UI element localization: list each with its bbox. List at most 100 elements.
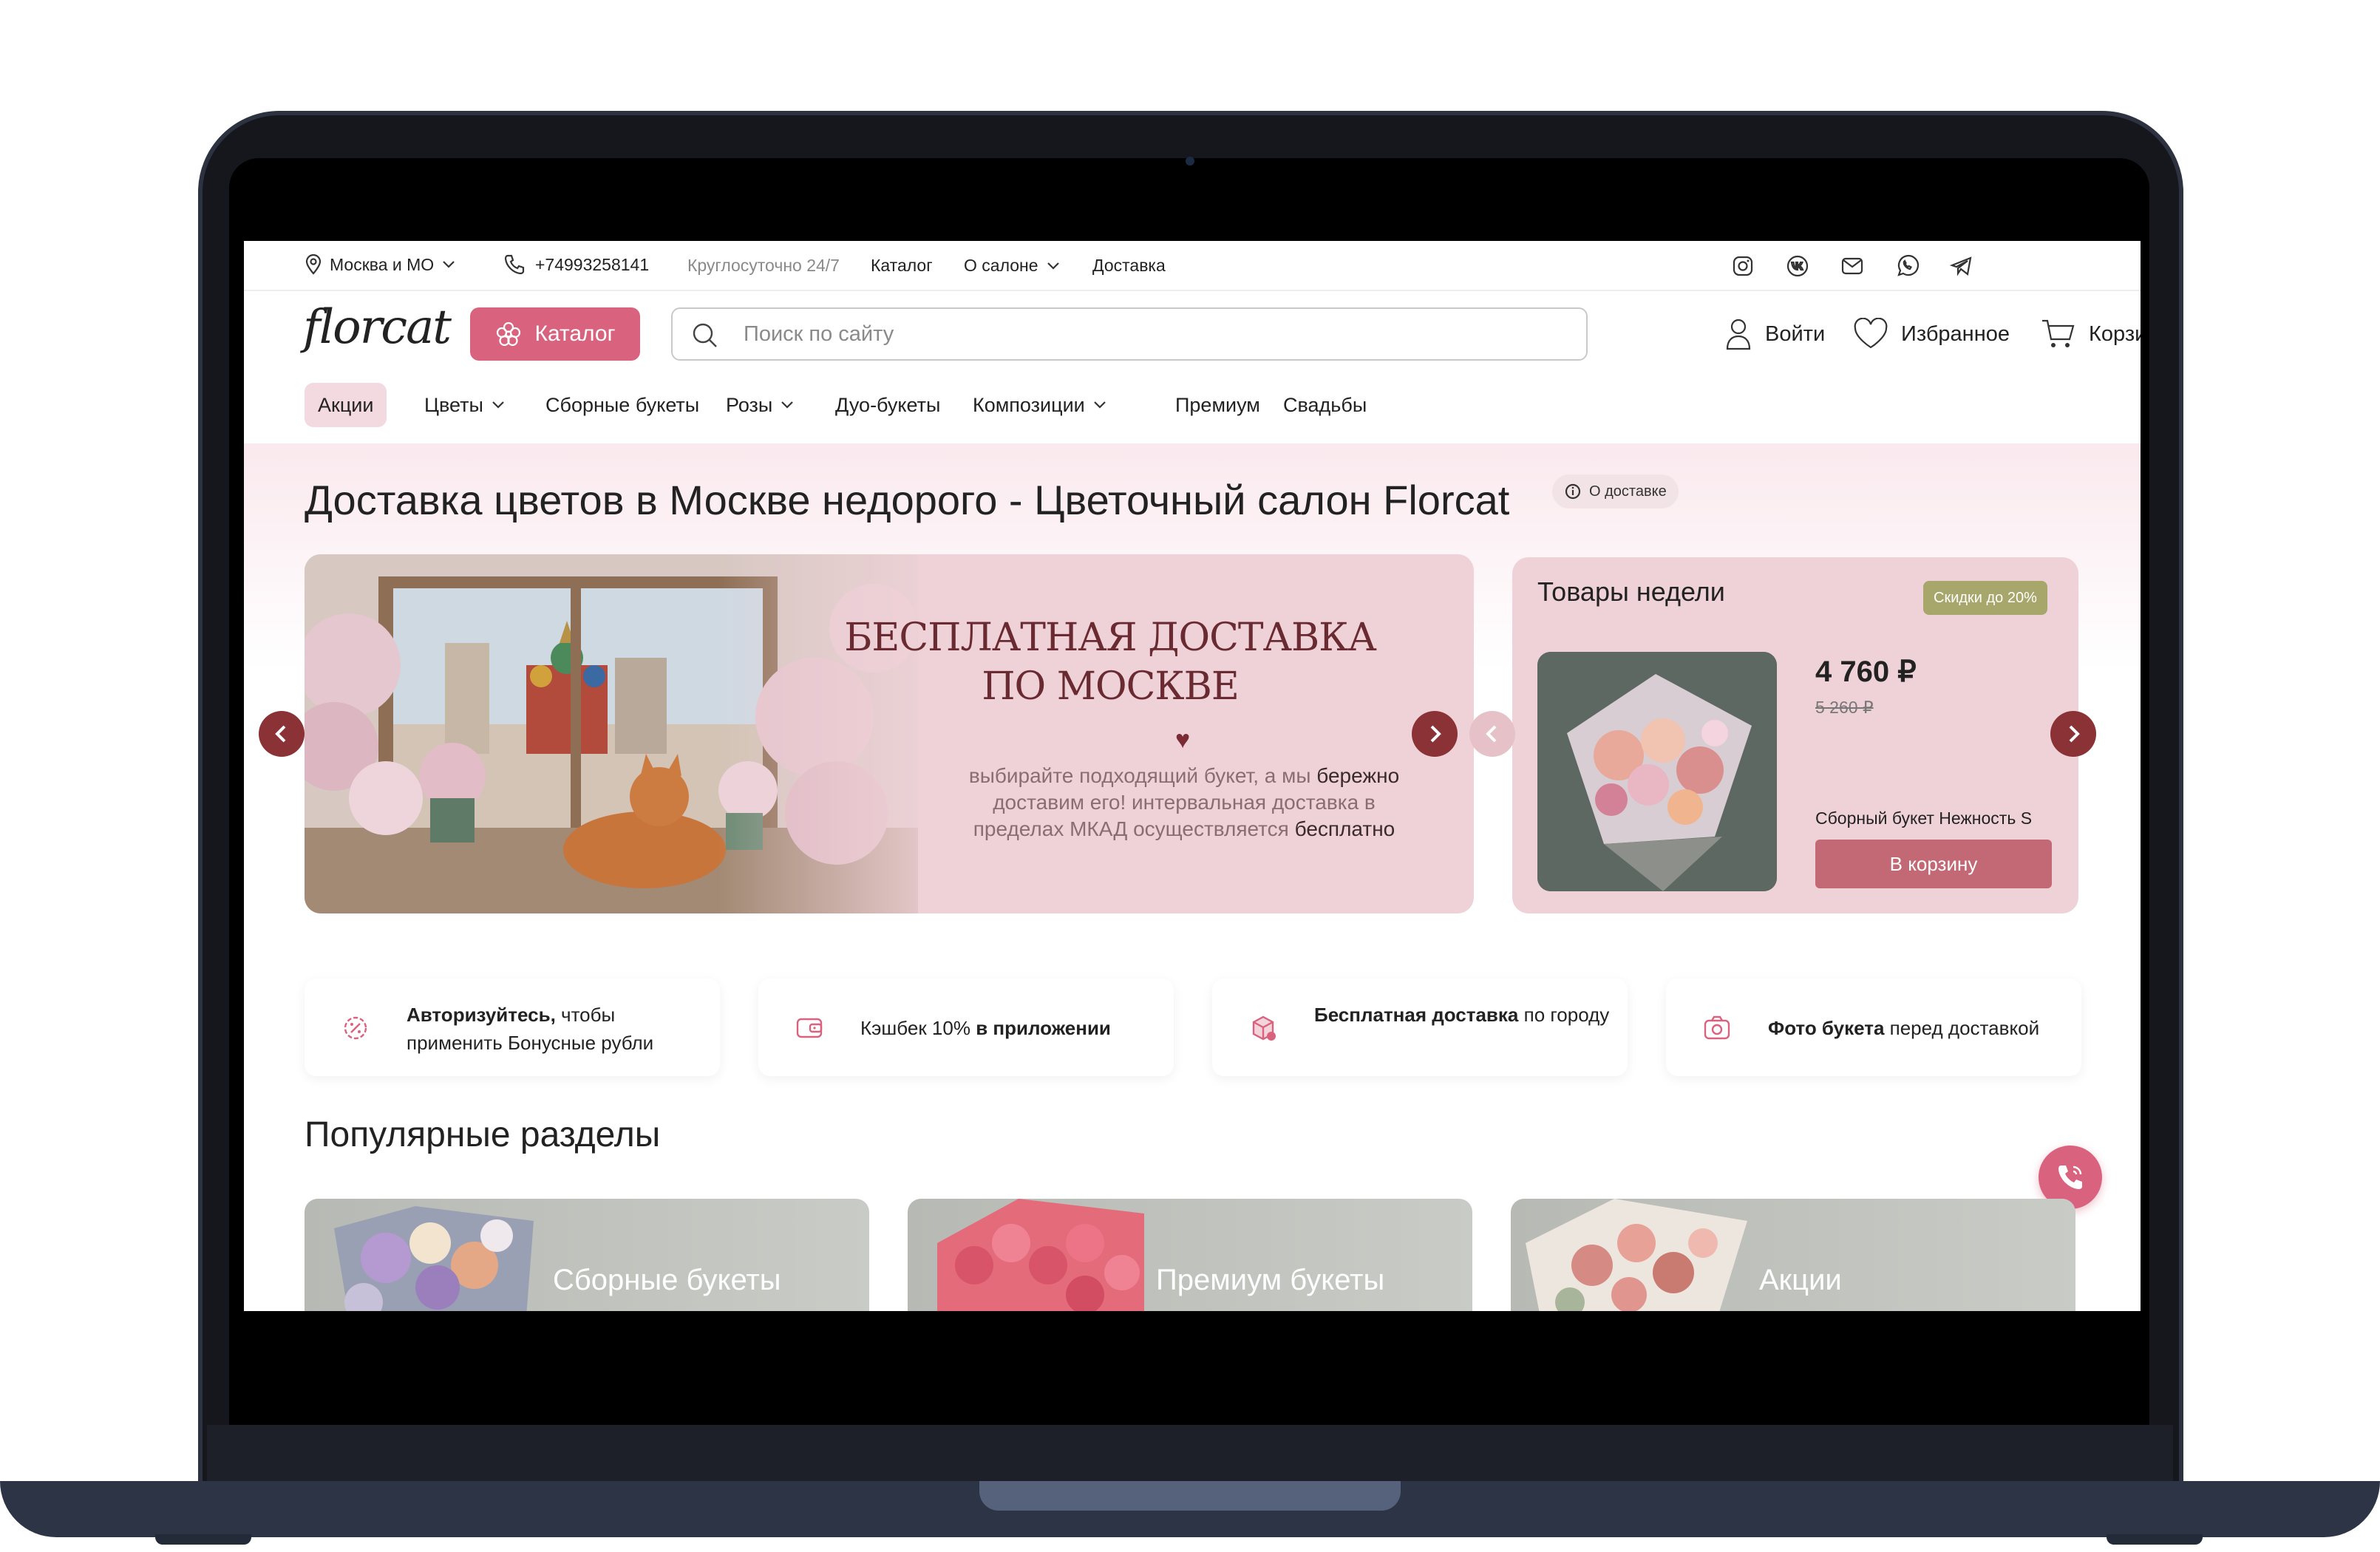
category-label: Сборные букеты [553, 1264, 781, 1296]
cart-label: Корзина [2089, 321, 2141, 346]
feature-card-cashback[interactable]: Кэшбек 10% в приложении [758, 978, 1174, 1076]
promo-banner[interactable]: БЕСПЛАТНАЯ ДОСТАВКА ПО МОСКВЕ ♥ выбирайт… [305, 554, 1474, 913]
feature-text-bold: Авторизуйтесь, [407, 1004, 556, 1026]
product-name[interactable]: Сборный букет Нежность S [1815, 809, 2032, 828]
website-screen: Москва и МО +74993258141 Круглосуточно 2… [244, 241, 2141, 1311]
feature-text: Кэшбек 10% в приложении [860, 1014, 1156, 1042]
topbar-link-about-label: О салоне [964, 256, 1038, 275]
nav-item-compositions[interactable]: Композиции [959, 383, 1121, 427]
weekly-prev-button[interactable] [1469, 711, 1515, 757]
product-price: 4 760 ₽ [1815, 656, 1917, 688]
nav-item-mixed-bouquets[interactable]: Сборные букеты [532, 383, 713, 427]
cart-button[interactable]: Корзина [2040, 312, 2141, 356]
laptop-foot [2107, 1534, 2203, 1545]
cart-icon [2042, 319, 2075, 347]
bonus-icon [344, 1016, 367, 1040]
phone-link[interactable]: +74993258141 [503, 253, 649, 276]
chevron-left-icon [1486, 725, 1497, 743]
nav-item-label: Композиции [973, 393, 1085, 416]
nav-item-flowers[interactable]: Цветы [411, 383, 519, 427]
region-label: Москва и МО [330, 254, 435, 274]
weekly-next-button[interactable] [2050, 711, 2096, 757]
category-label: Акции [1759, 1264, 1842, 1296]
email-icon[interactable] [1839, 253, 1866, 279]
nav-item-label: Цветы [424, 393, 483, 416]
laptop-hinge [979, 1481, 1401, 1511]
telegram-icon[interactable] [1948, 253, 1975, 279]
location-pin-icon [305, 254, 322, 275]
feature-text-rest: перед доставкой [1884, 1017, 2040, 1039]
chevron-right-icon [2069, 725, 2080, 743]
nav-item-label: Розы [726, 393, 773, 416]
banner-title: БЕСПЛАТНАЯ ДОСТАВКА ПО МОСКВЕ [822, 613, 1398, 711]
catalog-button[interactable]: Каталог [470, 307, 640, 361]
topbar-link-about[interactable]: О салоне [964, 256, 1061, 276]
banner-prev-button[interactable] [259, 711, 305, 757]
feature-text: Фото букета перед доставкой [1768, 1014, 2064, 1042]
banner-text-part: выбирайте подходящий букет, а мы [968, 764, 1317, 787]
popular-sections-title: Популярные разделы [305, 1115, 661, 1154]
florcat-logo[interactable]: florcat [303, 300, 452, 355]
laptop-foot [155, 1534, 251, 1545]
page-title: Доставка цветов в Москве недорого - Цвет… [305, 477, 1510, 523]
banner-next-button[interactable] [1412, 711, 1458, 757]
search-icon[interactable] [690, 321, 720, 350]
banner-text: выбирайте подходящий букет, а мы бережно… [955, 763, 1413, 843]
info-icon [1565, 483, 1581, 500]
vk-icon[interactable] [1784, 253, 1811, 279]
chevron-down-icon [443, 261, 455, 268]
product-image[interactable] [1537, 652, 1777, 891]
chevron-right-icon [1430, 725, 1441, 743]
nav-item-duo-bouquets[interactable]: Дуо-букеты [822, 383, 953, 427]
delivery-info-pill[interactable]: О доставке [1552, 474, 1679, 508]
feature-text: Бесплатная доставка по городу [1314, 1001, 1610, 1029]
banner-title-line: ПО МОСКВЕ [982, 664, 1240, 709]
category-label: Премиум букеты [1156, 1264, 1385, 1296]
camera-icon [1186, 157, 1194, 166]
delivery-info-label: О доставке [1589, 483, 1667, 500]
camera-icon [1704, 1015, 1730, 1040]
instagram-icon[interactable] [1730, 253, 1756, 279]
nav-item-roses[interactable]: Розы [713, 383, 808, 427]
chevron-down-icon [492, 401, 504, 409]
favorites-label: Избранное [1901, 321, 2010, 346]
feature-card-delivery[interactable]: Бесплатная доставка по городу [1212, 978, 1628, 1076]
nav-item-promotions[interactable]: Акции [305, 383, 387, 427]
search-box [671, 307, 1588, 361]
nav-item-weddings[interactable]: Свадьбы [1270, 383, 1380, 427]
add-to-cart-button[interactable]: В корзину [1815, 840, 2052, 888]
topbar-link-catalog[interactable]: Каталог [871, 256, 933, 276]
whatsapp-icon[interactable] [1894, 253, 1920, 279]
banner-title-line: БЕСПЛАТНАЯ ДОСТАВКА [844, 616, 1377, 660]
feature-card-bonus[interactable]: Авторизуйтесь, чтобы применить Бонусные … [305, 978, 720, 1076]
feature-text-bold: Фото букета [1768, 1017, 1885, 1039]
feature-text-bold: Бесплатная доставка [1314, 1004, 1519, 1026]
search-input[interactable] [744, 319, 1557, 349]
region-selector[interactable]: Москва и МО [305, 254, 456, 275]
bouquet-photo [1537, 652, 1777, 891]
feature-card-photo[interactable]: Фото букета перед доставкой [1666, 978, 2081, 1076]
phone-icon [2058, 1165, 2082, 1189]
chevron-down-icon [1093, 401, 1106, 409]
laptop-mockup: Москва и МО +74993258141 Круглосуточно 2… [0, 0, 2380, 1552]
discount-badge: Скидки до 20% [1923, 581, 2047, 615]
login-label: Войти [1765, 321, 1826, 346]
phone-icon [504, 254, 525, 275]
catalog-button-label: Каталог [534, 321, 616, 346]
weekly-title: Товары недели [1537, 576, 1725, 607]
login-button[interactable]: Войти [1724, 312, 1825, 356]
flower-icon [497, 321, 521, 347]
working-hours: Круглосуточно 24/7 [687, 256, 840, 275]
feature-text: Авторизуйтесь, чтобы применить Бонусные … [407, 1001, 702, 1057]
chevron-down-icon [781, 401, 794, 409]
nav-item-premium[interactable]: Премиум [1162, 383, 1274, 427]
chevron-down-icon [1047, 262, 1059, 270]
chevron-left-icon [275, 725, 286, 743]
box-icon [1252, 1015, 1276, 1041]
feature-text-rest: по городу [1518, 1004, 1610, 1026]
favorites-button[interactable]: Избранное [1852, 312, 2010, 356]
banner-text-bold: бережно [1316, 764, 1400, 787]
user-icon [1726, 319, 1751, 350]
topbar-link-delivery[interactable]: Доставка [1092, 256, 1166, 276]
heart-icon: ♥ [1175, 726, 1191, 754]
